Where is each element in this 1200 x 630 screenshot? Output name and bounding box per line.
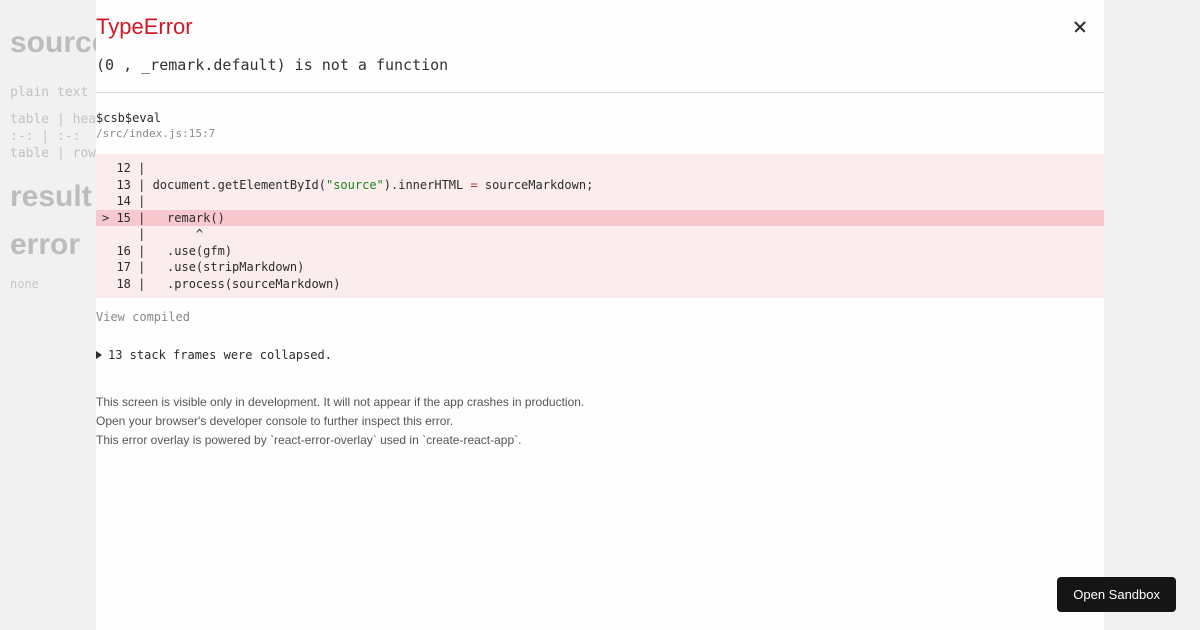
view-compiled-link[interactable]: View compiled bbox=[96, 310, 190, 324]
close-icon[interactable] bbox=[1072, 18, 1090, 36]
bg-line-2: :-: | :-: bbox=[10, 130, 108, 143]
code-line-18: 18 | .process(sourceMarkdown) bbox=[96, 277, 346, 291]
collapsed-frames-toggle[interactable]: 13 stack frames were collapsed. bbox=[96, 348, 1104, 362]
chevron-right-icon bbox=[96, 351, 102, 359]
bg-heading-error: error bbox=[10, 230, 108, 260]
overlay-footer: This screen is visible only in developme… bbox=[96, 394, 1104, 448]
code-line-12: 12 | bbox=[96, 161, 159, 175]
footer-line-1: This screen is visible only in developme… bbox=[96, 394, 1104, 411]
code-line-13: 13 | document.getElementById("source").i… bbox=[96, 178, 599, 192]
bg-heading-source: source bbox=[10, 28, 108, 58]
code-snippet: 12 | 13 | document.getElementById("sourc… bbox=[96, 154, 1104, 298]
code-line-14: 14 | bbox=[96, 194, 159, 208]
footer-line-2: Open your browser's developer console to… bbox=[96, 413, 1104, 430]
error-title: TypeError bbox=[96, 14, 1104, 40]
footer-line-3: This error overlay is powered by `react-… bbox=[96, 432, 1104, 449]
code-line-16: 16 | .use(gfm) bbox=[96, 244, 238, 258]
error-overlay-panel: TypeError (0 , _remark.default) is not a… bbox=[96, 0, 1104, 630]
error-message: (0 , _remark.default) is not a function bbox=[96, 56, 1104, 74]
bg-subheading: plain text bbox=[10, 86, 108, 99]
bg-line-1: table | hea bbox=[10, 113, 108, 126]
bg-heading-result: result bbox=[10, 182, 108, 212]
code-line-caret: | ^ bbox=[96, 227, 209, 241]
bg-line-3: table | row bbox=[10, 147, 108, 160]
code-line-17: 17 | .use(stripMarkdown) bbox=[96, 260, 310, 274]
stack-frame-name: $csb$eval bbox=[96, 111, 1104, 125]
divider bbox=[96, 92, 1104, 93]
code-line-15-highlight: > 15 | remark() bbox=[96, 210, 1104, 227]
bg-error-value: none bbox=[10, 278, 108, 290]
collapsed-frames-label: 13 stack frames were collapsed. bbox=[108, 348, 332, 362]
open-sandbox-button[interactable]: Open Sandbox bbox=[1057, 577, 1176, 612]
stack-frame-location: /src/index.js:15:7 bbox=[96, 127, 1104, 140]
